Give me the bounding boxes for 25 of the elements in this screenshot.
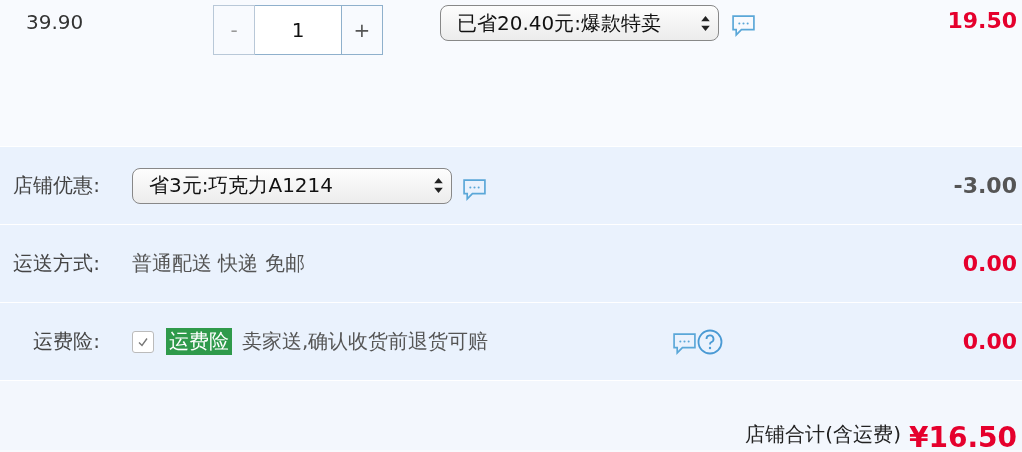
row-label: 运费险: — [32, 328, 100, 355]
subtotal-amount: 19.50 — [947, 8, 1017, 33]
row-amount: 0.00 — [962, 329, 1017, 354]
message-icon[interactable] — [462, 178, 487, 201]
unit-price: 39.90 — [26, 10, 85, 34]
row-amount: -3.00 — [953, 173, 1017, 198]
dropdown-arrows-icon — [701, 15, 710, 31]
row-label: 店铺优惠: — [12, 172, 100, 199]
message-icon[interactable] — [731, 14, 756, 37]
insurance-description: 卖家送,确认收货前退货可赔 — [242, 328, 490, 355]
total-amount: ¥16.50 — [908, 421, 1017, 452]
promotion-select[interactable]: 已省20.40元:爆款特卖 — [440, 5, 719, 41]
row-label: 运送方式: — [12, 250, 100, 277]
increase-button[interactable]: + — [341, 5, 383, 55]
shipping-method: 普通配送 快递 免邮 — [132, 250, 305, 277]
message-icon[interactable] — [672, 332, 697, 355]
row-amount: 0.00 — [962, 251, 1017, 276]
dropdown-arrows-icon — [434, 178, 443, 193]
check-icon — [137, 335, 149, 348]
checkbox[interactable] — [132, 330, 154, 353]
quantity-field[interactable]: 1 — [255, 5, 341, 55]
help-icon[interactable] — [697, 328, 723, 355]
insurance-tag: 运费险 — [166, 328, 232, 355]
total-label: 店铺合计(含运费) — [745, 421, 901, 448]
discount-select[interactable]: 省3元:巧克力A1214 — [132, 167, 452, 204]
